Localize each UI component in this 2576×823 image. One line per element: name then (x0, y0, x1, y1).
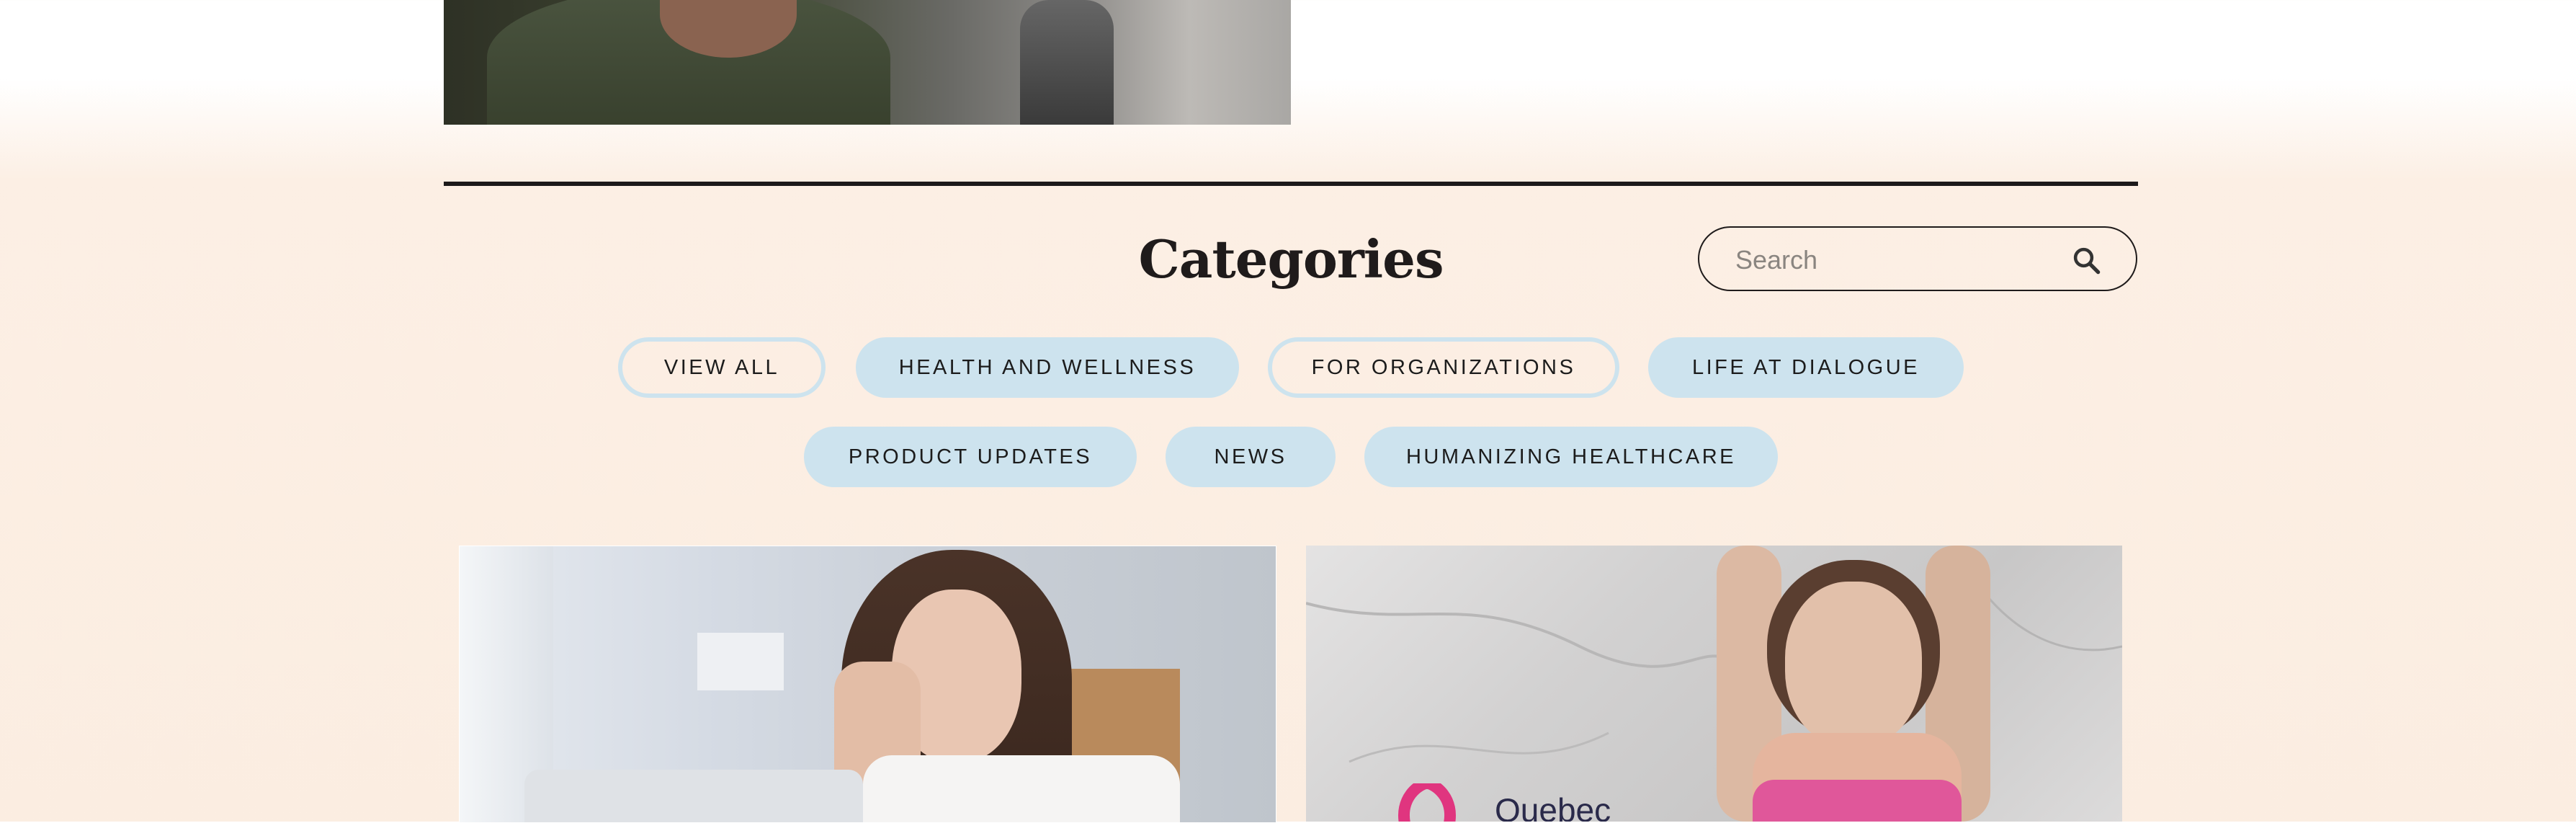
article-card-image-2[interactable]: Quebec (1306, 546, 2122, 822)
ribbon-logo-icon (1398, 783, 1456, 822)
search-box[interactable] (1698, 226, 2137, 291)
paper-note (697, 633, 784, 690)
filter-life-at-dialogue[interactable]: LIFE AT DIALOGUE (1648, 337, 1964, 398)
marble-veins (1306, 546, 2122, 763)
filter-product-updates[interactable]: PRODUCT UPDATES (804, 427, 1137, 487)
hero-image (444, 0, 1291, 125)
sports-top (1753, 780, 1962, 822)
logo-text: Quebec (1495, 791, 1611, 822)
categories-title: Categories (1138, 228, 1444, 290)
filter-humanizing-healthcare[interactable]: HUMANIZING HEALTHCARE (1364, 427, 1778, 487)
filter-for-organizations[interactable]: FOR ORGANIZATIONS (1268, 337, 1619, 398)
shirt-shape (863, 755, 1180, 822)
filter-news[interactable]: NEWS (1166, 427, 1336, 487)
background-person (1020, 0, 1114, 125)
search-icon[interactable] (2071, 245, 2101, 275)
laptop-shape (524, 770, 863, 822)
filter-view-all[interactable]: VIEW ALL (618, 337, 826, 398)
section-divider (444, 182, 2138, 186)
article-card-image-1[interactable] (459, 546, 1276, 823)
search-input[interactable] (1734, 241, 2054, 280)
face-shape (1785, 582, 1922, 747)
filter-health-and-wellness[interactable]: HEALTH AND WELLNESS (856, 337, 1239, 398)
